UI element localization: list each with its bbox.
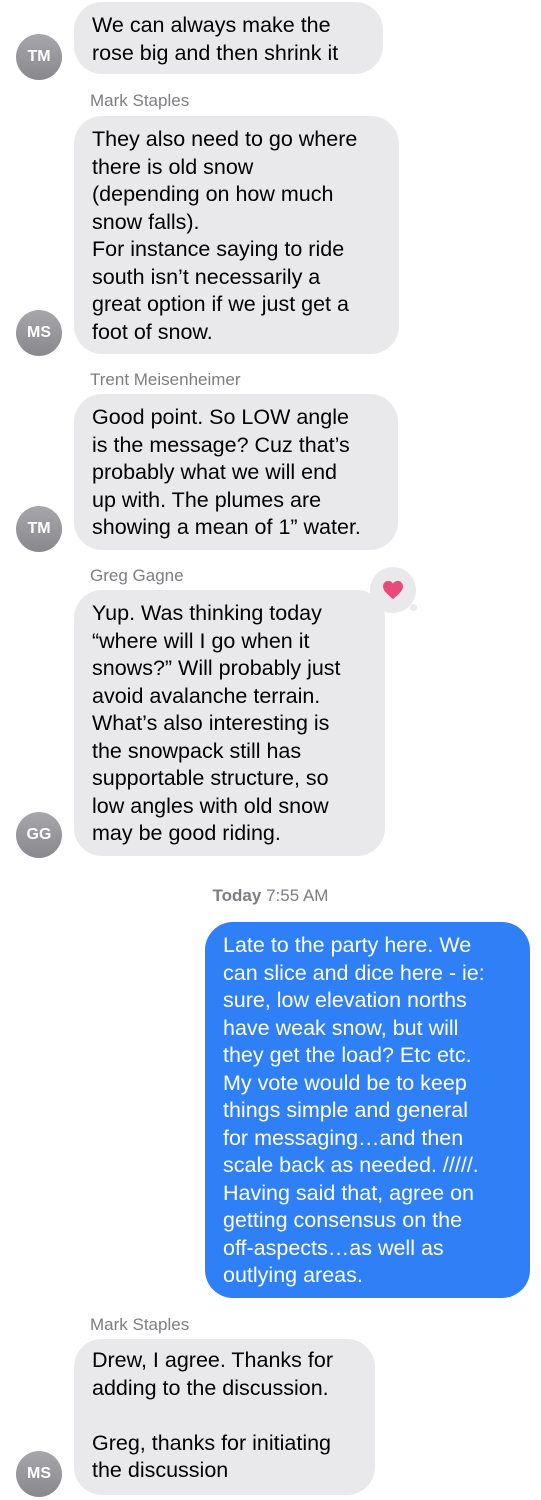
avatar[interactable]: MS <box>16 310 62 356</box>
timestamp-divider: Today 7:55 AM <box>0 886 541 906</box>
message-bubble[interactable]: They also need to go where there is old … <box>74 116 399 354</box>
message-bubble[interactable]: Good point. So LOW angle is the message?… <box>74 394 398 550</box>
heart-icon <box>383 580 403 600</box>
timestamp-time: 7:55 AM <box>266 886 329 905</box>
sender-name: Mark Staples <box>90 1315 190 1334</box>
avatar[interactable]: TM <box>16 34 62 80</box>
sender-name: Mark Staples <box>90 91 190 110</box>
sender-name: Greg Gagne <box>90 566 184 585</box>
timestamp-day: Today <box>212 886 262 905</box>
message-bubble[interactable]: Drew, I agree. Thanks for adding to the … <box>74 1339 375 1495</box>
sender-name: Trent Meisenheimer <box>90 370 241 389</box>
avatar[interactable]: MS <box>16 1451 62 1497</box>
avatar[interactable]: GG <box>16 812 62 858</box>
avatar[interactable]: TM <box>16 506 62 552</box>
outgoing-message-bubble[interactable]: Late to the party here. We can slice and… <box>205 922 530 1298</box>
message-bubble[interactable]: Yup. Was thinking today “where will I go… <box>74 590 385 856</box>
reaction-tail-dot <box>410 604 417 611</box>
message-bubble[interactable]: We can always make the rose big and then… <box>74 2 383 74</box>
